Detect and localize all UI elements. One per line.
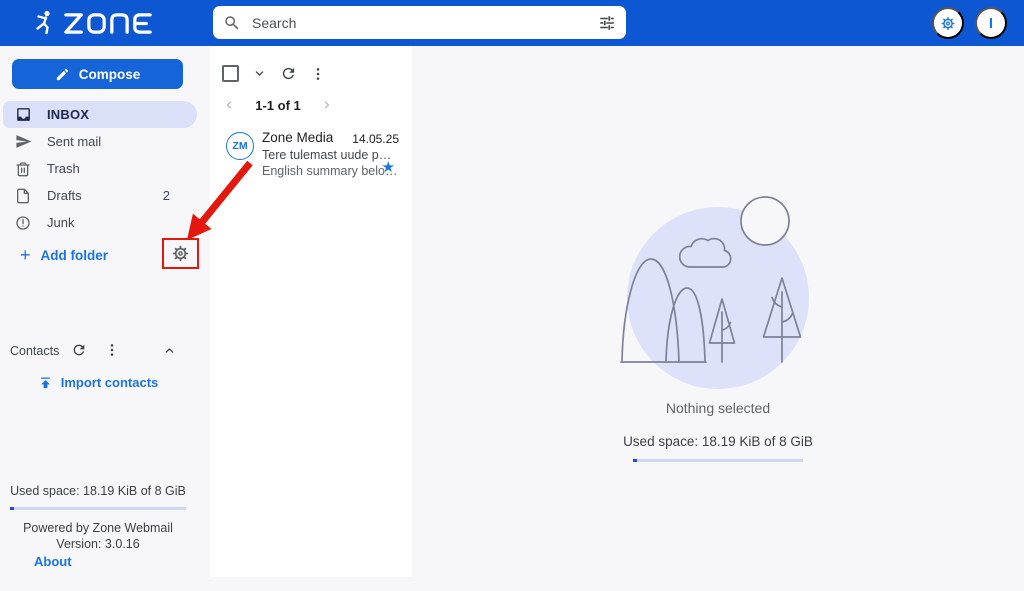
draft-icon — [14, 187, 32, 205]
zone-wordmark-icon — [64, 12, 152, 34]
inbox-icon — [14, 106, 32, 124]
message-list-panel: 1-1 of 1 ZM Zone Media 14.05.25 Tere tul… — [210, 46, 412, 577]
add-folder-label: Add folder — [40, 247, 109, 263]
about-link[interactable]: About — [28, 553, 78, 570]
list-more-button[interactable] — [310, 66, 326, 82]
settings-button[interactable] — [932, 7, 964, 39]
search-bar — [213, 6, 626, 39]
drafts-count-badge: 2 — [162, 188, 170, 203]
prev-page-button[interactable] — [222, 98, 236, 112]
search-icon — [225, 15, 239, 29]
app-header: ZONE — [0, 0, 1024, 46]
folder-label: Junk — [47, 215, 75, 230]
header-actions: I — [932, 7, 1007, 39]
list-toolbar — [222, 65, 326, 82]
tune-icon — [600, 15, 614, 30]
main-used-space: Used space: 18.19 KiB of 8 GiB — [623, 434, 813, 449]
compose-label: Compose — [78, 66, 141, 82]
more-vert-icon — [316, 67, 320, 80]
sidebar: Compose INBOX Sent mail Trash Drafts 2 J… — [0, 46, 210, 591]
gear-icon — [172, 245, 189, 262]
page-range-label: 1-1 of 1 — [255, 97, 301, 113]
email-date: 14.05.25 — [352, 132, 399, 146]
gear-icon — [941, 16, 955, 30]
sidebar-item-sent[interactable]: Sent mail — [0, 128, 210, 155]
select-options-button[interactable] — [252, 66, 267, 81]
main-usage-progressbar — [633, 459, 803, 462]
contacts-more-button[interactable] — [104, 342, 120, 358]
folder-label: INBOX — [47, 107, 90, 122]
chevron-left-icon — [226, 101, 232, 109]
sender-avatar: ZM — [226, 132, 254, 160]
pagination: 1-1 of 1 — [222, 96, 334, 114]
contacts-title: Contacts — [10, 344, 60, 358]
sidebar-used-space: Used space: 18.19 KiB of 8 GiB — [10, 484, 186, 498]
contacts-section-header: Contacts — [0, 341, 210, 361]
more-vert-icon — [110, 344, 114, 356]
refresh-icon — [73, 344, 85, 356]
runner-icon — [36, 10, 50, 35]
empty-state-illustration — [620, 196, 809, 389]
chevron-right-icon — [324, 101, 330, 109]
zone-logo[interactable]: ZONE — [33, 9, 152, 37]
sidebar-item-junk[interactable]: Junk — [0, 209, 210, 236]
empty-state-text: Nothing selected — [665, 400, 771, 416]
account-avatar[interactable]: I — [975, 7, 1007, 39]
junk-icon — [14, 214, 32, 232]
sidebar-usage-progressbar — [10, 507, 186, 510]
contacts-collapse-button[interactable] — [162, 343, 177, 358]
chevron-down-icon — [255, 71, 264, 76]
add-folder-button[interactable]: + Add folder — [14, 242, 114, 268]
next-page-button[interactable] — [320, 98, 334, 112]
reading-pane: Nothing selected Used space: 18.19 KiB o… — [412, 46, 1024, 591]
pencil-icon — [56, 68, 68, 80]
contacts-refresh-button[interactable] — [71, 342, 87, 358]
import-contacts-button[interactable]: Import contacts — [0, 374, 196, 391]
star-icon[interactable]: ★ — [376, 159, 401, 176]
folder-list: INBOX Sent mail Trash Drafts 2 Junk — [0, 101, 210, 236]
search-filters-button[interactable] — [598, 14, 616, 32]
chevron-up-icon — [165, 348, 174, 353]
refresh-icon — [282, 67, 295, 80]
version-text: Version: 3.0.16 — [56, 537, 140, 551]
compose-button[interactable]: Compose — [12, 59, 183, 89]
email-sender: Zone Media — [262, 130, 334, 145]
sidebar-item-inbox[interactable]: INBOX — [3, 101, 197, 128]
avatar-initial: I — [988, 14, 994, 32]
folder-label: Drafts — [47, 188, 82, 203]
powered-by-block: Powered by Zone Webmail Version: 3.0.16 — [0, 520, 196, 552]
plus-icon: + — [20, 245, 31, 265]
import-contacts-label: Import contacts — [60, 375, 159, 390]
trash-icon — [14, 160, 32, 178]
folder-label: Sent mail — [47, 134, 102, 149]
email-list-item[interactable]: ZM Zone Media 14.05.25 Tere tulemast uud… — [210, 124, 412, 186]
sidebar-item-trash[interactable]: Trash — [0, 155, 210, 182]
search-input[interactable] — [250, 13, 589, 32]
email-subject: Tere tulemast uude p… — [262, 148, 392, 162]
send-icon — [14, 133, 32, 151]
folder-settings-button[interactable] — [171, 244, 190, 263]
usage-progress-fill — [10, 507, 14, 510]
refresh-list-button[interactable] — [280, 65, 297, 82]
upload-icon — [40, 377, 50, 389]
annotation-highlight-box — [162, 238, 199, 269]
sidebar-item-drafts[interactable]: Drafts 2 — [0, 182, 210, 209]
powered-by-text: Powered by Zone Webmail — [23, 521, 173, 535]
select-all-checkbox[interactable] — [222, 65, 239, 82]
folder-label: Trash — [47, 161, 80, 176]
usage-progress-fill — [633, 459, 637, 462]
